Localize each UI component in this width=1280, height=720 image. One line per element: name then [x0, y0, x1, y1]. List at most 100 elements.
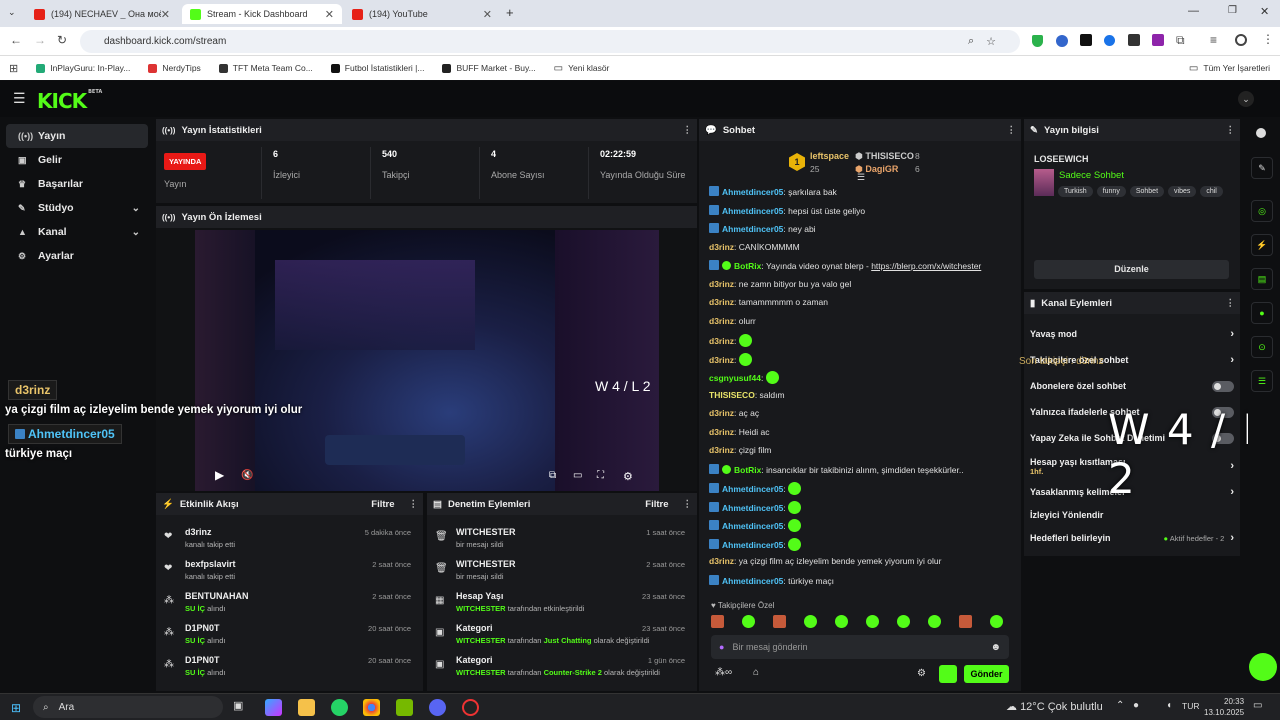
- bookmark-inplayguru[interactable]: InPlayGuru: In-Play...: [36, 63, 130, 73]
- tab-youtube[interactable]: (194) YouTube ✕: [344, 4, 500, 24]
- emote-icon[interactable]: [804, 615, 817, 628]
- edit-button[interactable]: Düzenle: [1034, 260, 1229, 279]
- filter-button[interactable]: Filtre: [371, 499, 394, 510]
- reload-icon[interactable]: ↻: [57, 33, 67, 47]
- chat-username[interactable]: Ahmetdincer05: [722, 540, 783, 550]
- chat-username[interactable]: Ahmetdincer05: [722, 187, 783, 197]
- language-indicator[interactable]: TUR: [1182, 701, 1199, 711]
- profile-icon[interactable]: [1235, 34, 1247, 46]
- chat-username[interactable]: d3rinz: [709, 427, 734, 437]
- sidebar-item-yayin[interactable]: ((•)) Yayın: [6, 124, 148, 148]
- emote-icon[interactable]: [959, 615, 972, 628]
- chat-username[interactable]: d3rinz: [709, 556, 734, 566]
- sidebar-item-gelir[interactable]: ▣ Gelir: [6, 148, 148, 172]
- shield-extension-icon[interactable]: [1032, 35, 1043, 47]
- bookmark-star-icon[interactable]: ☆: [986, 35, 996, 48]
- chat-username[interactable]: Ahmetdincer05: [722, 484, 783, 494]
- bookmark-tft-meta[interactable]: TFT Meta Team Co...: [218, 63, 313, 73]
- chat-username[interactable]: Ahmetdincer05: [722, 206, 783, 216]
- user-menu-chevron-icon[interactable]: ⌄: [1238, 91, 1254, 107]
- bookmark-futbol[interactable]: Futbol İstatistikleri |...: [330, 63, 424, 73]
- settings-gear-icon[interactable]: ⚙: [623, 470, 633, 483]
- chat-username[interactable]: d3rinz: [709, 408, 734, 418]
- chat-username[interactable]: d3rinz: [709, 242, 734, 252]
- leaderboard-expand-icon[interactable]: ☰: [857, 172, 865, 183]
- chat-link[interactable]: https://blerp.com/x/witchester: [871, 261, 981, 271]
- bookmark-buff-market[interactable]: BUFF Market - Buy...: [442, 63, 536, 73]
- whatsapp-icon[interactable]: [331, 699, 348, 716]
- microphone-icon[interactable]: ●: [1133, 700, 1139, 711]
- store-icon[interactable]: ⌂: [753, 667, 759, 678]
- volume-icon[interactable]: ◖: [1166, 700, 1172, 711]
- windows-start-icon[interactable]: ⊞: [11, 701, 21, 715]
- emote-icon[interactable]: [897, 615, 910, 628]
- close-tab-icon[interactable]: ✕: [161, 8, 170, 21]
- fullscreen-icon[interactable]: ⛶: [597, 470, 604, 481]
- action-slow-mode[interactable]: Yavaş mod ›: [1030, 323, 1234, 345]
- chat-fab-icon[interactable]: [1249, 653, 1277, 681]
- chat-settings-icon[interactable]: ⚙: [917, 668, 926, 679]
- tab-youtube-nechaev[interactable]: (194) NECHAEV _ Она моё все... ✕: [26, 4, 178, 24]
- clock[interactable]: 20:33 13.10.2025: [1204, 696, 1244, 718]
- notifications-icon[interactable]: ▭: [1253, 700, 1262, 711]
- play-icon[interactable]: ▶: [215, 468, 224, 482]
- points-infinity-icon[interactable]: ⁂∞: [715, 667, 732, 678]
- microphone-icon[interactable]: ●: [719, 642, 724, 652]
- emote-icon[interactable]: [742, 615, 755, 628]
- extension-icon[interactable]: [1128, 34, 1140, 46]
- target-icon[interactable]: ◎: [1251, 200, 1273, 222]
- broadcast-icon[interactable]: ⊙: [1251, 336, 1273, 358]
- emoji-icon[interactable]: ☻: [990, 642, 1001, 653]
- sidebar-item-basarilar[interactable]: ♛ Başarılar: [6, 172, 148, 196]
- chat-input[interactable]: ● Bir mesaj gönderin ☻: [711, 635, 1009, 659]
- chat-bubble-icon[interactable]: ●: [1251, 302, 1273, 324]
- info-icon[interactable]: [1256, 128, 1266, 138]
- chrome-icon[interactable]: [363, 699, 380, 716]
- chat-username[interactable]: BotRix: [734, 465, 761, 475]
- mute-icon[interactable]: 🔇: [241, 470, 253, 481]
- emote-icon[interactable]: [866, 615, 879, 628]
- action-raid[interactable]: İzleyici Yönlendir: [1030, 504, 1234, 526]
- emote-icon[interactable]: [835, 615, 848, 628]
- back-icon[interactable]: ←: [10, 33, 22, 47]
- pip-icon[interactable]: ⧉: [549, 470, 556, 481]
- more-options-icon[interactable]: ⋮: [1226, 298, 1235, 309]
- task-view-icon[interactable]: ▣: [233, 699, 250, 716]
- filter-button[interactable]: Filtre: [645, 499, 668, 510]
- bookmark-folder[interactable]: ▭ Yeni klasör: [554, 63, 610, 74]
- sidebar-item-kanal[interactable]: ▲ Kanal ⌄: [6, 220, 148, 244]
- more-options-icon[interactable]: ⋮: [1226, 125, 1235, 136]
- extension-new-icon[interactable]: [1080, 34, 1092, 46]
- extensions-puzzle-icon[interactable]: ⧉: [1176, 33, 1185, 48]
- apps-grid-icon[interactable]: ⊞: [9, 62, 18, 75]
- emote-icon[interactable]: [773, 615, 786, 628]
- bookmark-nerdytips[interactable]: NerdyTips: [148, 63, 201, 73]
- chat-username[interactable]: csgnyusuf44: [709, 373, 761, 383]
- taskbar-search[interactable]: ⌕ Ara: [33, 696, 223, 718]
- sidebar-item-studyo[interactable]: ✎ Stüdyo ⌄: [6, 196, 148, 220]
- action-goals[interactable]: Hedefleri belirleyin ● Aktif hedefler - 2…: [1030, 527, 1234, 549]
- toggle-switch[interactable]: [1212, 380, 1234, 392]
- file-explorer-icon[interactable]: [298, 699, 315, 716]
- chat-username[interactable]: d3rinz: [709, 445, 734, 455]
- discord-icon[interactable]: [429, 699, 446, 716]
- chat-username[interactable]: Ahmetdincer05: [722, 503, 783, 513]
- theater-icon[interactable]: ▭: [573, 470, 582, 481]
- close-tab-icon[interactable]: ✕: [325, 8, 334, 21]
- more-options-icon[interactable]: ⋮: [1007, 125, 1016, 136]
- forward-icon[interactable]: →: [34, 33, 46, 47]
- weather-widget[interactable]: ☁ 12°C Çok bulutlu: [1006, 700, 1103, 713]
- tab-list-chevron-icon[interactable]: ⌄: [8, 7, 16, 18]
- kick-logo[interactable]: KICK BETA: [37, 89, 102, 113]
- browser-menu-icon[interactable]: ⋮: [1262, 32, 1274, 46]
- extension-icon[interactable]: [1152, 34, 1164, 46]
- more-options-icon[interactable]: ⋮: [409, 499, 418, 510]
- tray-chevron-icon[interactable]: ⌃: [1116, 700, 1124, 711]
- tab-kick-dashboard[interactable]: Stream - Kick Dashboard ✕: [182, 4, 342, 24]
- chat-username[interactable]: Ahmetdincer05: [722, 224, 783, 234]
- chat-username[interactable]: d3rinz: [709, 279, 734, 289]
- extension-icon[interactable]: [1104, 35, 1115, 46]
- emote-icon[interactable]: [928, 615, 941, 628]
- chat-username[interactable]: THISISECO: [709, 390, 755, 400]
- address-bar[interactable]: dashboard.kick.com/stream ⌕ ☆: [80, 30, 1020, 53]
